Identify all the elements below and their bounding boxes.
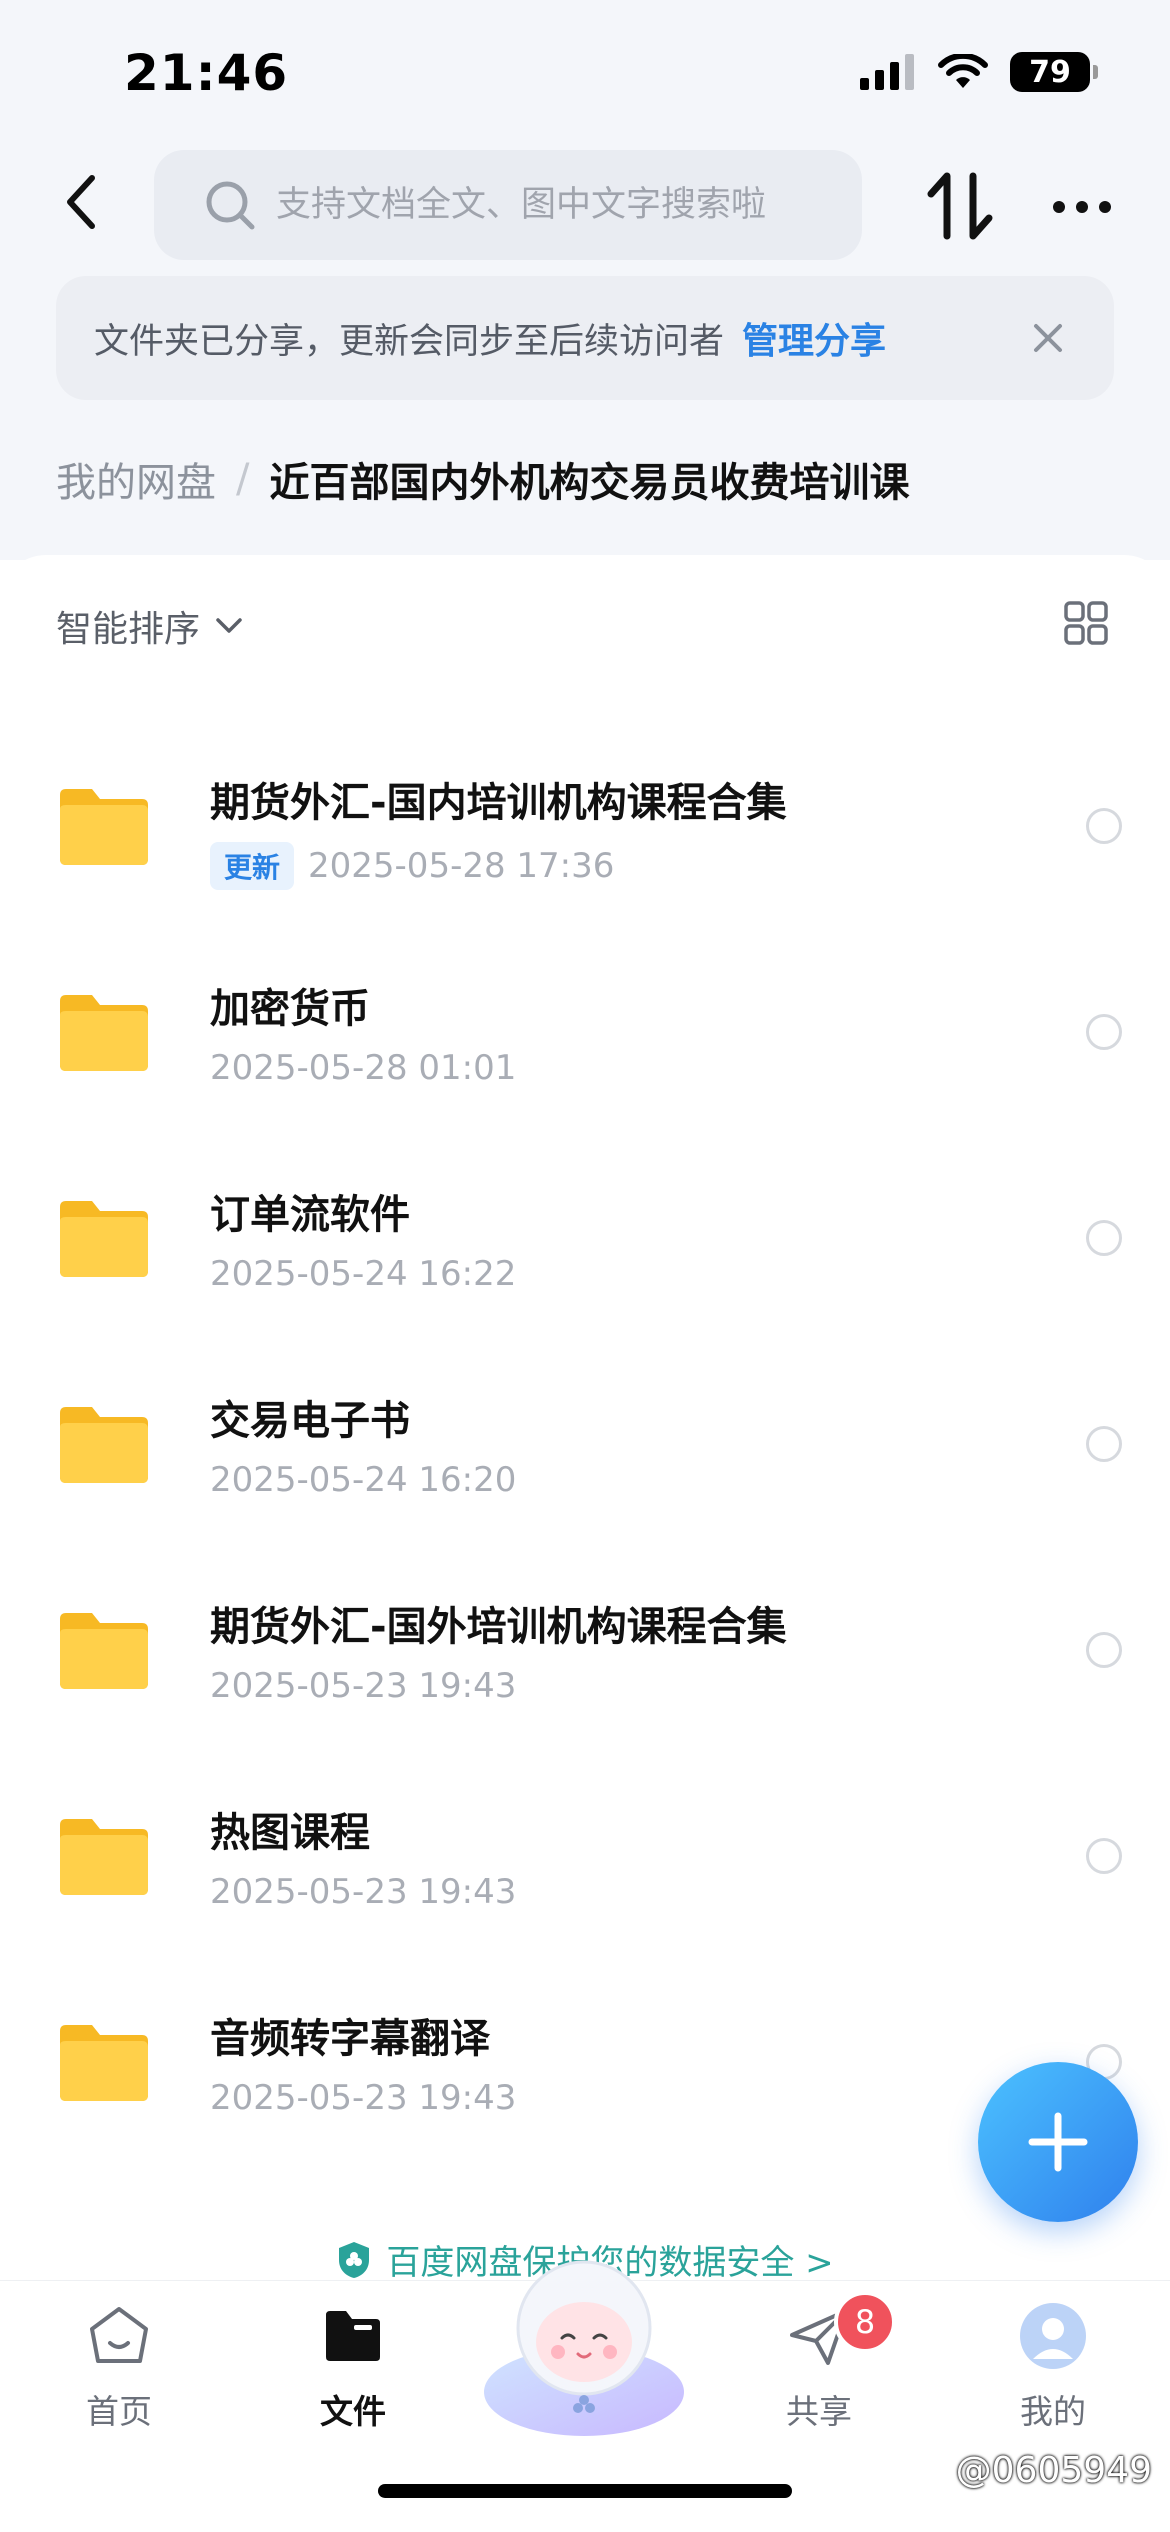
file-date: 2025-05-28 17:36 xyxy=(308,846,615,886)
nav-files[interactable]: 文件 xyxy=(268,2301,438,2433)
folder-icon xyxy=(60,789,148,865)
file-date: 2025-05-28 01:01 xyxy=(210,1048,517,1088)
select-radio[interactable] xyxy=(1086,808,1122,844)
file-row[interactable]: 期货外汇-国内培训机构课程合集 更新 2025-05-28 17:36 xyxy=(0,730,1170,936)
breadcrumb-current: 近百部国内外机构交易员收费培训课 xyxy=(269,460,910,506)
file-meta: 2025-05-23 19:43 xyxy=(210,2078,516,2118)
search-bar[interactable] xyxy=(154,150,862,260)
home-indicator[interactable] xyxy=(378,2484,792,2498)
close-icon[interactable] xyxy=(1026,316,1070,360)
battery-indicator: 79 xyxy=(1010,52,1098,92)
file-date: 2025-05-24 16:22 xyxy=(210,1254,517,1294)
select-radio[interactable] xyxy=(1086,1014,1122,1050)
file-name: 加密货币 xyxy=(210,986,370,1032)
folder-icon xyxy=(60,1201,148,1277)
select-radio[interactable] xyxy=(1086,1632,1122,1668)
nav-mine-label: 我的 xyxy=(1020,2392,1086,2431)
file-meta: 更新 2025-05-28 17:36 xyxy=(210,842,614,890)
file-row[interactable]: 期货外汇-国外培训机构课程合集 2025-05-23 19:43 xyxy=(0,1554,1170,1760)
breadcrumb-separator: / xyxy=(236,456,250,502)
sort-arrows-icon[interactable] xyxy=(925,170,995,242)
sort-dropdown[interactable]: 智能排序 xyxy=(56,600,244,652)
nav-mine[interactable]: 我的 xyxy=(968,2301,1138,2433)
back-arrow-icon[interactable] xyxy=(58,172,108,232)
select-radio[interactable] xyxy=(1086,1220,1122,1256)
nav-home[interactable]: 首页 xyxy=(34,2301,204,2433)
file-meta: 2025-05-28 01:01 xyxy=(210,1048,516,1088)
shield-icon xyxy=(339,2241,370,2278)
file-name: 订单流软件 xyxy=(210,1192,410,1238)
breadcrumb-root[interactable]: 我的网盘 xyxy=(56,450,216,508)
manage-share-link[interactable]: 管理分享 xyxy=(742,312,886,364)
share-badge: 8 xyxy=(834,2291,896,2353)
avatar-icon xyxy=(1020,2303,1086,2369)
more-icon[interactable] xyxy=(1052,200,1112,214)
file-name: 热图课程 xyxy=(210,1810,370,1856)
file-date: 2025-05-23 19:43 xyxy=(210,2078,517,2118)
folder-icon xyxy=(60,2025,148,2101)
wifi-icon xyxy=(938,54,988,88)
share-banner: 文件夹已分享，更新会同步至后续访问者 管理分享 xyxy=(56,276,1114,400)
update-badge: 更新 xyxy=(210,842,295,890)
watermark: @0605949 xyxy=(955,2450,1152,2491)
file-meta: 2025-05-24 16:22 xyxy=(210,1254,516,1294)
folder-icon xyxy=(60,1613,148,1689)
breadcrumb: 我的网盘 / 近百部国内外机构交易员收费培训课 xyxy=(56,450,909,508)
status-time: 21:46 xyxy=(124,44,289,102)
search-input[interactable] xyxy=(274,184,838,226)
file-meta: 2025-05-24 16:20 xyxy=(210,1460,516,1500)
add-button[interactable] xyxy=(978,2062,1138,2222)
sort-label: 智能排序 xyxy=(56,609,201,650)
file-row[interactable]: 订单流软件 2025-05-24 16:22 xyxy=(0,1142,1170,1348)
share-banner-message: 文件夹已分享，更新会同步至后续访问者 xyxy=(94,321,725,362)
nav-share-label: 共享 xyxy=(786,2392,852,2431)
select-radio[interactable] xyxy=(1086,1426,1122,1462)
folder-filled-icon xyxy=(326,2311,380,2361)
nav-files-label: 文件 xyxy=(320,2392,386,2431)
file-row[interactable]: 热图课程 2025-05-23 19:43 xyxy=(0,1760,1170,1966)
nav-share[interactable]: 8 共享 xyxy=(734,2291,904,2433)
file-meta: 2025-05-23 19:43 xyxy=(210,1872,516,1912)
plus-icon xyxy=(1028,2112,1088,2172)
chevron-down-icon xyxy=(216,618,242,633)
select-radio[interactable] xyxy=(1086,1838,1122,1874)
file-date: 2025-05-24 16:20 xyxy=(210,1460,517,1500)
file-row[interactable]: 加密货币 2025-05-28 01:01 xyxy=(0,936,1170,1142)
file-row[interactable]: 交易电子书 2025-05-24 16:20 xyxy=(0,1348,1170,1554)
nav-home-label: 首页 xyxy=(86,2392,152,2431)
screen: 21:46 79 文件夹已分享，更新会同 xyxy=(0,0,1170,2532)
folder-icon xyxy=(60,1407,148,1483)
folder-icon xyxy=(60,1819,148,1895)
file-name: 交易电子书 xyxy=(210,1398,410,1444)
file-name: 期货外汇-国外培训机构课程合集 xyxy=(210,1604,787,1650)
folder-icon xyxy=(60,995,148,1071)
grid-view-icon[interactable] xyxy=(1064,601,1108,645)
status-icons: 79 xyxy=(860,52,1098,92)
file-date: 2025-05-23 19:43 xyxy=(210,1872,517,1912)
home-icon xyxy=(90,2307,148,2363)
signal-icon xyxy=(860,54,914,90)
file-meta: 2025-05-23 19:43 xyxy=(210,1666,516,1706)
file-date: 2025-05-23 19:43 xyxy=(210,1666,517,1706)
mascot-assistant-icon[interactable] xyxy=(478,2242,690,2438)
file-name: 音频转字幕翻译 xyxy=(210,2016,490,2062)
search-icon xyxy=(206,181,255,230)
file-name: 期货外汇-国内培训机构课程合集 xyxy=(210,780,787,826)
